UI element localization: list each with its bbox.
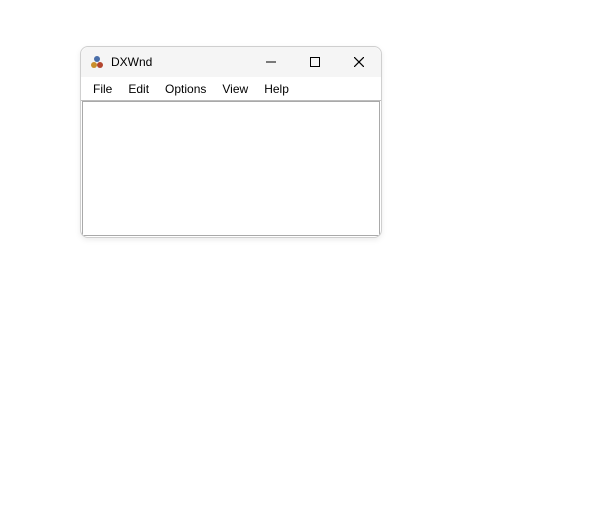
minimize-button[interactable] [249, 47, 293, 77]
maximize-button[interactable] [293, 47, 337, 77]
menu-options[interactable]: Options [157, 79, 214, 99]
window-controls [249, 47, 381, 77]
window-title: DXWnd [111, 55, 152, 69]
dxwnd-icon [89, 54, 105, 70]
menu-view[interactable]: View [214, 79, 256, 99]
menu-file[interactable]: File [85, 79, 120, 99]
client-area[interactable] [82, 101, 380, 236]
menu-help[interactable]: Help [256, 79, 297, 99]
app-window: DXWnd File Edit Options [80, 46, 382, 238]
menubar: File Edit Options View Help [81, 77, 381, 101]
titlebar: DXWnd [81, 47, 381, 77]
close-button[interactable] [337, 47, 381, 77]
menu-edit[interactable]: Edit [120, 79, 157, 99]
